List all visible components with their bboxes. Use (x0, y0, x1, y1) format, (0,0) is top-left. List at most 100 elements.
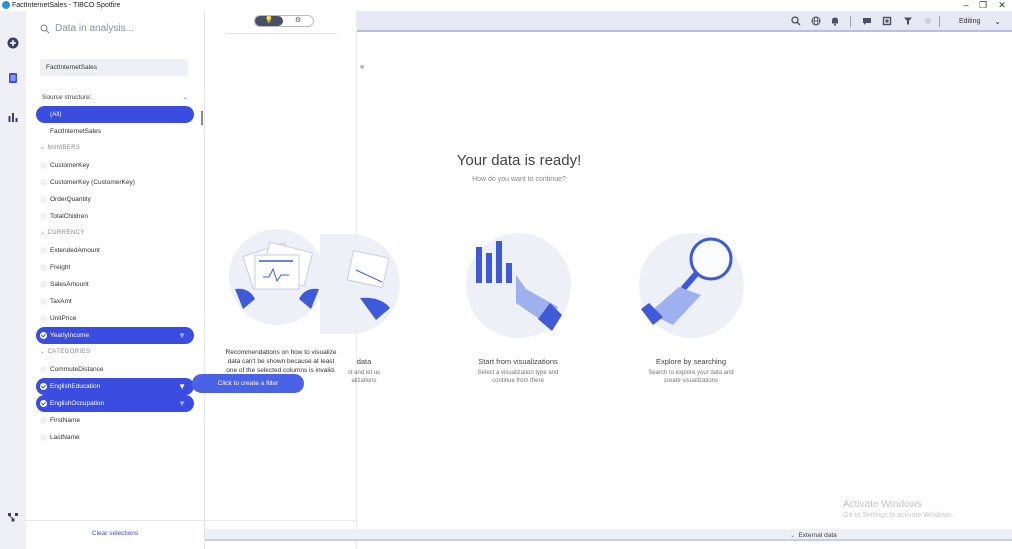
start-from-visualizations-illustration[interactable] (466, 233, 571, 338)
filter-icon[interactable]: ▼ (178, 395, 186, 412)
column-label: CommuteDistance (50, 366, 104, 373)
chat-icon[interactable] (862, 16, 872, 26)
unchecked-icon (40, 196, 47, 203)
chevron-down-icon: ⌄ (40, 145, 48, 151)
column-item-selected[interactable]: EnglishEducation ▼ (36, 378, 194, 395)
column-item[interactable]: ExtendedAmount (36, 242, 194, 259)
scrollbar-thumb[interactable] (201, 111, 203, 125)
gear-icon[interactable]: ⚙ (287, 16, 309, 26)
search-icon[interactable] (791, 16, 801, 26)
lightbulb-icon[interactable]: 💡 (255, 16, 283, 26)
page-subtitle: How do you want to continue? (472, 176, 566, 183)
minimize-button[interactable]: – (958, 0, 974, 11)
unchecked-icon (40, 162, 47, 169)
spotfire-logo-icon (2, 1, 10, 9)
search-icon (40, 19, 50, 42)
description-line: continue from there (492, 378, 544, 384)
description-line: create visualizations (663, 378, 719, 384)
column-label: SalesAmount (50, 281, 89, 288)
column-item[interactable]: CommuteDistance (36, 361, 194, 378)
add-icon[interactable] (7, 37, 19, 49)
left-icon-bar (0, 11, 26, 549)
chevron-down-icon: ⌄ (994, 17, 1001, 26)
toolbar-divider (850, 16, 851, 27)
option-title[interactable]: data (294, 357, 434, 366)
source-item-all[interactable]: (All) (36, 106, 194, 123)
close-button[interactable]: ✕ (994, 0, 1010, 11)
external-data-toggle[interactable]: ⌄ External data (790, 530, 837, 541)
status-bar (205, 529, 1012, 541)
column-item[interactable]: UnitPrice (36, 310, 194, 327)
unchecked-icon (40, 366, 47, 373)
recommend-illustration[interactable] (320, 234, 400, 334)
category-header-categories[interactable]: ⌄ CATEGORIES (36, 344, 194, 361)
data-table-box[interactable]: FactInternetSales (40, 59, 188, 76)
description-line: Select a visualization type and (477, 370, 559, 376)
bell-icon[interactable] (830, 16, 840, 26)
mode-dropdown[interactable]: Editing ⌄ (945, 15, 1005, 29)
column-item-selected[interactable]: EnglishOccupation ▼ (36, 395, 194, 412)
column-item[interactable]: OrderQuantity (36, 191, 194, 208)
column-label: FirstName (50, 417, 80, 424)
collapse-panel-button[interactable]: « (360, 62, 364, 71)
toolbar-divider (939, 16, 940, 27)
search-input[interactable]: Data in analysis... (40, 19, 190, 39)
unchecked-icon (40, 247, 47, 254)
column-label: UnitPrice (50, 315, 77, 322)
option-description: st and let us alizations (294, 369, 434, 385)
column-item[interactable]: Freight (36, 259, 194, 276)
source-structure-label: Source structure: (42, 94, 92, 101)
column-item[interactable]: TotalChildren (36, 208, 194, 225)
chevron-down-icon: ⌄ (40, 349, 48, 355)
unchecked-icon (40, 315, 47, 322)
maximize-button[interactable]: ❐ (975, 0, 991, 11)
activate-windows-subtext: Go to Settings to activate Windows. (843, 512, 954, 519)
option-title[interactable]: Explore by searching (621, 357, 761, 366)
title-bar: FactInternetSales - TIBCO Spotfire – ❐ ✕ (0, 0, 1012, 11)
globe-icon[interactable] (811, 16, 821, 26)
column-item-selected[interactable]: YearlyIncome ▼ (36, 327, 194, 344)
column-list: (All) FactInternetSales ⌄ NUMBERS Custom… (36, 106, 194, 446)
clear-selections-button[interactable]: Clear selections (26, 530, 204, 537)
category-label: CATEGORIES (47, 349, 91, 355)
unchecked-icon (40, 213, 47, 220)
source-item-label: FactInternetSales (50, 128, 101, 135)
column-label: TaxAmt (50, 298, 72, 305)
window-title: FactInternetSales - TIBCO Spotfire (12, 2, 121, 9)
column-item[interactable]: LastName (36, 429, 194, 446)
column-item[interactable]: FirstName (36, 412, 194, 429)
gear-icon[interactable]: ✲ (923, 16, 933, 26)
visualization-icon[interactable] (7, 111, 19, 123)
description-line: Search to explore your data and (648, 370, 734, 376)
column-label: CustomerKey (50, 162, 90, 169)
divider (205, 520, 357, 521)
column-label: Freight (50, 264, 71, 271)
filter-icon[interactable]: ▼ (178, 378, 186, 395)
filter-icon[interactable] (903, 16, 913, 26)
check-icon (40, 400, 47, 407)
filter-icon[interactable]: ▼ (178, 327, 186, 344)
data-panel: Data in analysis... FactInternetSales So… (26, 11, 205, 549)
create-filter-tooltip[interactable]: Click to create a filter (192, 374, 304, 393)
bookmark-icon[interactable] (882, 16, 892, 26)
activate-windows-watermark: Activate Windows (843, 499, 922, 510)
explore-by-searching-illustration[interactable] (639, 233, 744, 338)
column-item[interactable]: TaxAmt (36, 293, 194, 310)
source-item-label: (All) (50, 111, 62, 118)
category-header-numbers[interactable]: ⌄ NUMBERS (36, 140, 194, 157)
source-item-factinternetsales[interactable]: FactInternetSales (36, 123, 194, 140)
column-item[interactable]: SalesAmount (36, 276, 194, 293)
search-placeholder: Data in analysis... (55, 23, 134, 34)
option-title[interactable]: Start from visualizations (448, 357, 588, 366)
category-header-currency[interactable]: ⌄ CURRENCY (36, 225, 194, 242)
unchecked-icon (40, 264, 47, 271)
column-item[interactable]: CustomerKey (CustomerKey) (36, 174, 194, 191)
source-structure-dropdown[interactable]: Source structure: ⌄ (42, 93, 188, 103)
option-description: Select a visualization type and continue… (448, 369, 588, 385)
option-description: Search to explore your data and create v… (621, 369, 761, 385)
chevron-down-icon: ⌄ (182, 94, 188, 101)
column-label: OrderQuantity (50, 196, 91, 203)
column-item[interactable]: CustomerKey (36, 157, 194, 174)
data-canvas-icon[interactable] (7, 511, 19, 523)
data-icon[interactable] (7, 72, 19, 84)
